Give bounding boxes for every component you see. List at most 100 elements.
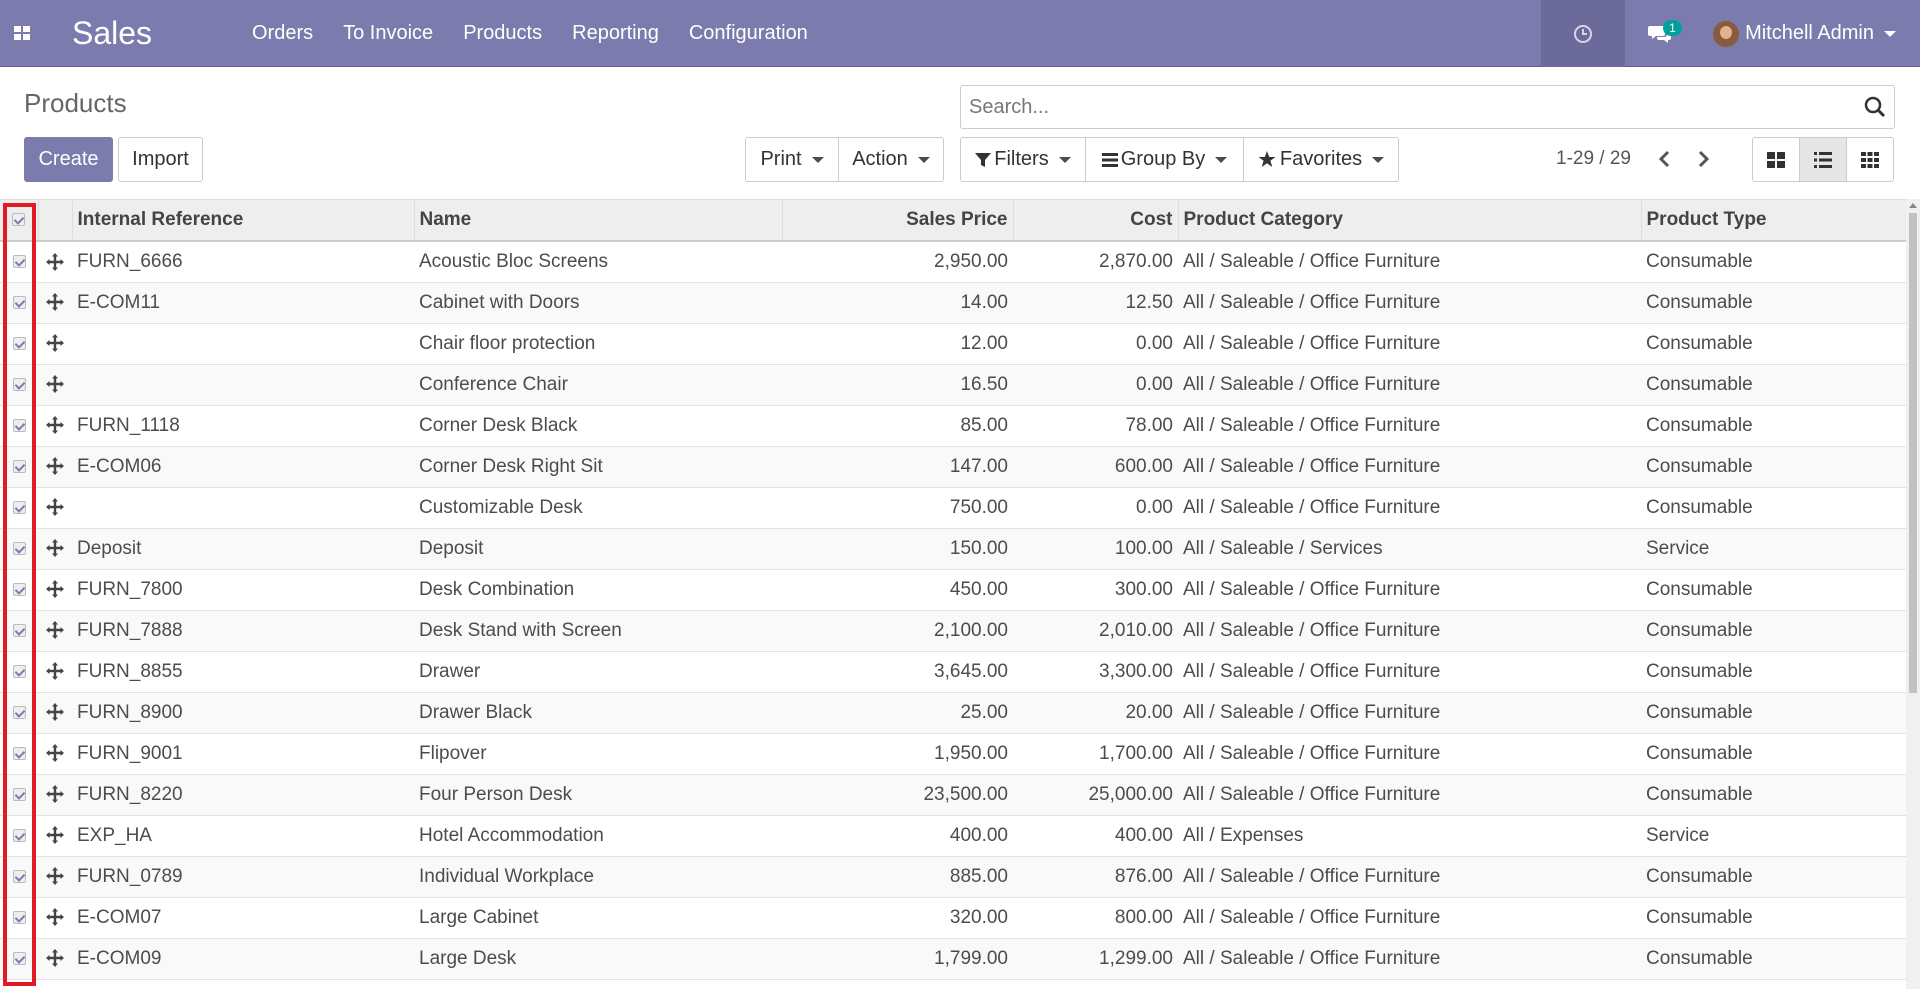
move-icon[interactable] [46,744,64,763]
list-scrollbar[interactable] [1906,199,1920,989]
cell-product-type[interactable]: Consumable [1641,364,1906,406]
select-all-checkbox[interactable] [12,213,26,227]
cell-name[interactable]: Acoustic Bloc Screens [414,241,782,283]
cell-cost[interactable]: 800.00 [1013,897,1178,939]
cell-internal-reference[interactable]: FURN_9001 [72,733,414,775]
menu-orders[interactable]: Orders [252,22,313,45]
drag-handle[interactable] [38,528,72,570]
drag-handle[interactable] [38,733,72,775]
move-icon[interactable] [46,826,64,845]
move-icon[interactable] [46,375,64,394]
cell-product-category[interactable]: All / Saleable / Office Furniture [1178,733,1641,775]
row-checkbox[interactable] [12,951,26,965]
move-icon[interactable] [46,703,64,722]
drag-handle[interactable] [38,897,72,939]
cell-sales-price[interactable]: 450.00 [782,569,1013,611]
group-by-dropdown[interactable]: Group By [1085,137,1244,182]
drag-handle[interactable] [38,610,72,652]
cell-internal-reference[interactable]: FURN_6666 [72,241,414,283]
cell-sales-price[interactable]: 23,500.00 [782,774,1013,816]
table-row[interactable]: FURN_9001 Flipover 1,950.00 1,700.00 All / S… [0,733,1906,775]
cell-product-type[interactable]: Consumable [1641,897,1906,939]
move-icon[interactable] [46,539,64,558]
cell-internal-reference[interactable]: FURN_8855 [72,651,414,693]
cell-product-type[interactable]: Service [1641,815,1906,857]
cell-sales-price[interactable]: 1,799.00 [782,938,1013,980]
print-dropdown[interactable]: Print [745,137,839,182]
cell-name[interactable]: Corner Desk Black [414,405,782,447]
row-checkbox-cell[interactable] [0,487,38,529]
cell-product-type[interactable]: Consumable [1641,241,1906,283]
cell-internal-reference[interactable]: FURN_1118 [72,405,414,447]
move-icon[interactable] [46,252,64,271]
cell-name[interactable]: Drawer Black [414,692,782,734]
row-checkbox-cell[interactable] [0,897,38,939]
cell-cost[interactable]: 600.00 [1013,446,1178,488]
cell-name[interactable]: Large Cabinet [414,897,782,939]
row-checkbox-cell[interactable] [0,528,38,570]
cell-cost[interactable]: 876.00 [1013,856,1178,898]
row-checkbox[interactable] [12,377,26,391]
create-button[interactable]: Create [24,137,113,182]
drag-handle[interactable] [38,938,72,980]
cell-name[interactable]: Four Person Desk [414,774,782,816]
table-row[interactable]: Conference Chair 16.50 0.00 All / Saleable … [0,364,1906,406]
cell-name[interactable]: Desk Stand with Screen [414,610,782,652]
cell-cost[interactable]: 0.00 [1013,487,1178,529]
cell-product-category[interactable]: All / Saleable / Office Furniture [1178,692,1641,734]
pager-previous-icon[interactable] [1652,146,1676,172]
row-checkbox-cell[interactable] [0,323,38,365]
row-checkbox-cell[interactable] [0,446,38,488]
cell-internal-reference[interactable]: EXP_HA [72,815,414,857]
app-name[interactable]: Sales [72,15,222,52]
cell-sales-price[interactable]: 147.00 [782,446,1013,488]
cell-product-category[interactable]: All / Saleable / Office Furniture [1178,610,1641,652]
table-row[interactable]: Customizable Desk 750.00 0.00 All / Saleabl… [0,487,1906,529]
cell-product-category[interactable]: All / Saleable / Office Furniture [1178,856,1641,898]
move-icon[interactable] [46,621,64,640]
row-checkbox-cell[interactable] [0,364,38,406]
cell-cost[interactable]: 20.00 [1013,692,1178,734]
cell-internal-reference[interactable]: FURN_7888 [72,610,414,652]
row-checkbox[interactable] [12,746,26,760]
cell-cost[interactable]: 2,010.00 [1013,610,1178,652]
cell-product-category[interactable]: All / Saleable / Office Furniture [1178,446,1641,488]
move-icon[interactable] [46,416,64,435]
row-checkbox[interactable] [12,869,26,883]
cell-internal-reference[interactable]: E-COM11 [72,282,414,324]
cell-internal-reference[interactable] [72,487,414,529]
filters-dropdown[interactable]: Filters [960,137,1086,182]
cell-product-type[interactable]: Consumable [1641,733,1906,775]
column-header-cost[interactable]: Cost [1013,200,1179,242]
row-checkbox-cell[interactable] [0,241,38,283]
move-icon[interactable] [46,293,64,312]
cell-cost[interactable]: 400.00 [1013,815,1178,857]
move-icon[interactable] [46,662,64,681]
row-checkbox[interactable] [12,582,26,596]
cell-internal-reference[interactable] [72,323,414,365]
table-row[interactable]: FURN_8220 Four Person Desk 23,500.00 25,000… [0,774,1906,816]
cell-cost[interactable]: 300.00 [1013,569,1178,611]
row-checkbox[interactable] [12,459,26,473]
drag-handle[interactable] [38,569,72,611]
cell-name[interactable]: Drawer [414,651,782,693]
cell-product-type[interactable]: Consumable [1641,282,1906,324]
cell-sales-price[interactable]: 25.00 [782,692,1013,734]
drag-handle[interactable] [38,323,72,365]
row-checkbox-cell[interactable] [0,692,38,734]
scroll-up-icon[interactable] [1909,203,1917,208]
cell-name[interactable]: Large Desk [414,938,782,980]
row-checkbox-cell[interactable] [0,733,38,775]
cell-name[interactable]: Hotel Accommodation [414,815,782,857]
cell-name[interactable]: Flipover [414,733,782,775]
row-checkbox-cell[interactable] [0,405,38,447]
cell-product-category[interactable]: All / Saleable / Office Furniture [1178,282,1641,324]
cell-sales-price[interactable]: 3,645.00 [782,651,1013,693]
cell-product-type[interactable]: Consumable [1641,487,1906,529]
row-checkbox[interactable] [12,255,26,269]
cell-sales-price[interactable]: 150.00 [782,528,1013,570]
cell-product-type[interactable]: Consumable [1641,323,1906,365]
move-icon[interactable] [46,908,64,927]
table-row[interactable]: E-COM07 Large Cabinet 320.00 800.00 All / Sa… [0,897,1906,939]
cell-name[interactable]: Customizable Desk [414,487,782,529]
